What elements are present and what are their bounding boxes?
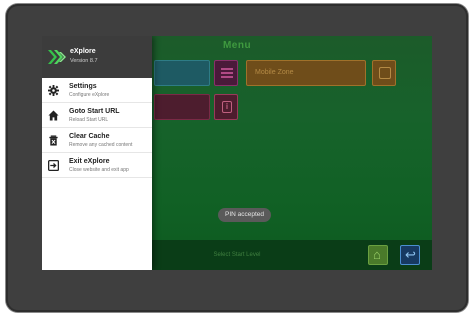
menu-item-label: Exit eXplore [69, 158, 110, 165]
menu-item-sublabel: Remove any cached content [69, 142, 133, 148]
app-version: Version 8.7 [70, 58, 98, 64]
navigation-drawer: eXplore Version 8.7 Settings Configure e… [42, 36, 152, 270]
drawer-header: eXplore Version 8.7 [42, 36, 152, 78]
app-logo-icon [48, 50, 66, 64]
app-screen: Menu Mobile Zone i PIN accepted Select S… [42, 36, 432, 270]
menu-tile-orange[interactable]: Mobile Zone [246, 60, 366, 86]
menu-tile-orange-icon[interactable] [372, 60, 396, 86]
menu-tile-label: Mobile Zone [255, 69, 294, 76]
info-tile[interactable]: i [214, 94, 238, 120]
menu-item-settings[interactable]: Settings Configure eXplore [42, 78, 152, 103]
home-button[interactable] [368, 245, 388, 265]
menu-item-clear-cache[interactable]: Clear Cache Remove any cached content [42, 128, 152, 153]
back-button[interactable] [400, 245, 420, 265]
info-icon: i [222, 101, 232, 113]
menu-item-goto-start-url[interactable]: Goto Start URL Reload Start URL [42, 103, 152, 128]
trash-icon [49, 135, 58, 146]
menu-tile-teal[interactable] [154, 60, 210, 86]
menu-item-exit[interactable]: Exit eXplore Close website and exit app [42, 153, 152, 178]
menu-item-label: Clear Cache [69, 133, 110, 140]
list-tile[interactable] [214, 60, 238, 86]
app-name: eXplore [70, 48, 96, 55]
exit-icon [48, 160, 59, 171]
menu-item-label: Settings [69, 83, 97, 90]
menu-item-sublabel: Close website and exit app [69, 167, 129, 173]
menu-tile-maroon[interactable] [154, 94, 210, 120]
gear-icon [48, 85, 59, 96]
menu-item-label: Goto Start URL [69, 108, 120, 115]
home-icon [48, 110, 59, 121]
toast-message: PIN accepted [218, 208, 272, 222]
menu-item-sublabel: Reload Start URL [69, 117, 109, 123]
menu-item-sublabel: Configure eXplore [69, 92, 110, 98]
window-icon [379, 67, 391, 79]
